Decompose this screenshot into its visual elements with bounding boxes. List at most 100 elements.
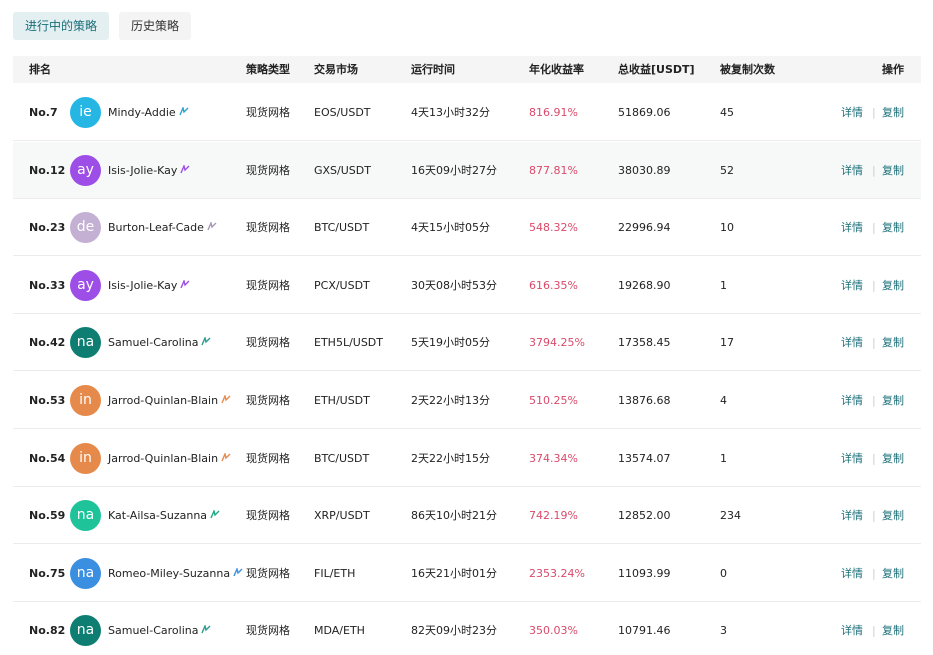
table-row: No.7 ie Mindy-Addie 现货网格 EOS/USDT 4天13小时32分 81… (13, 84, 921, 141)
avatar[interactable]: de (70, 212, 101, 244)
trader-name[interactable]: Jarrod-Quinlan-Blain (108, 372, 231, 429)
copy-count: 52 (720, 163, 734, 177)
col-market: 交易市场 (314, 63, 358, 76)
trader-name[interactable]: Isis-Jolie-Kay (108, 257, 190, 314)
action-separator: | (872, 451, 876, 465)
total-profit: 10791.46 (618, 624, 671, 638)
trader-name-text: Jarrod-Quinlan-Blain (108, 451, 219, 465)
runtime: 86天10小时21分 (411, 509, 497, 523)
avatar[interactable]: na (70, 557, 101, 589)
action-separator: | (872, 394, 876, 407)
rank: No.75 (29, 566, 66, 580)
copy-link[interactable]: 复制 (882, 257, 904, 314)
copy-link[interactable]: 复制 (882, 602, 904, 655)
strategy-type: 现货网格 (246, 566, 290, 580)
detail-link[interactable]: 详情 (841, 372, 863, 429)
trader-name[interactable]: Burton-Leaf-Cade (108, 199, 217, 256)
table-row: No.23 de Burton-Leaf-Cade 现货网格 BTC/USDT 4天15小… (13, 199, 921, 257)
detail-link[interactable]: 详情 (841, 314, 863, 371)
total-profit: 22996.94 (618, 221, 671, 235)
rank: No.54 (29, 451, 66, 465)
trader-name[interactable]: Romeo-Miley-Suzanna (108, 545, 243, 602)
detail-link[interactable]: 详情 (841, 545, 863, 602)
detail-link[interactable]: 详情 (841, 430, 863, 487)
table-row: No.33 ay Isis-Jolie-Kay 现货网格 PCX/USDT 30天08小时… (13, 257, 921, 314)
avatar[interactable]: na (70, 615, 101, 647)
table-header: 排名 策略类型 交易市场 运行时间 年化收益率 总收益[USDT] 被复制次数 … (13, 56, 921, 83)
total-profit: 17358.45 (618, 336, 671, 350)
apr: 2353.24% (529, 566, 585, 580)
market: ETH/USDT (314, 394, 370, 407)
detail-link[interactable]: 详情 (841, 142, 863, 199)
trader-name[interactable]: Mindy-Addie (108, 84, 189, 141)
action-separator: | (872, 566, 876, 580)
copy-link[interactable]: 复制 (882, 142, 904, 199)
rank: No.33 (29, 278, 66, 292)
avatar[interactable]: na (70, 500, 101, 532)
copy-link[interactable]: 复制 (882, 199, 904, 256)
trader-name[interactable]: Kat-Ailsa-Suzanna (108, 487, 220, 544)
rank: No.82 (29, 624, 66, 638)
strategy-table: 排名 策略类型 交易市场 运行时间 年化收益率 总收益[USDT] 被复制次数 … (13, 56, 921, 647)
trader-name-text: Romeo-Miley-Suzanna (108, 566, 231, 580)
tab-running[interactable]: 进行中的策略 (13, 12, 110, 40)
table-row: No.82 na Samuel-Carolina 现货网格 MDA/ETH 82天09小时… (13, 602, 921, 655)
copy-count: 10 (720, 221, 734, 235)
avatar[interactable]: ay (70, 154, 101, 186)
trader-name-text: Samuel-Carolina (108, 336, 199, 350)
copy-link[interactable]: 复制 (882, 314, 904, 371)
avatar[interactable]: ay (70, 269, 101, 301)
trader-name-text: Jarrod-Quinlan-Blain (108, 394, 219, 407)
action-separator: | (872, 221, 876, 235)
market: BTC/USDT (314, 221, 370, 235)
trader-name[interactable]: Jarrod-Quinlan-Blain (108, 430, 231, 487)
table-row: No.53 in Jarrod-Quinlan-Blain 现货网格 ETH/USDT 2… (13, 372, 921, 429)
rank: No.53 (29, 394, 66, 407)
avatar[interactable]: ie (70, 97, 101, 128)
rank: No.23 (29, 221, 66, 235)
trader-name[interactable]: Samuel-Carolina (108, 314, 211, 371)
copy-link[interactable]: 复制 (882, 84, 904, 141)
copy-count: 17 (720, 336, 734, 350)
copy-link[interactable]: 复制 (882, 545, 904, 602)
copy-link[interactable]: 复制 (882, 430, 904, 487)
action-separator: | (872, 106, 876, 119)
copy-link[interactable]: 复制 (882, 372, 904, 429)
detail-link[interactable]: 详情 (841, 84, 863, 141)
trader-level-icon (180, 163, 190, 177)
copy-count: 3 (720, 624, 727, 638)
detail-link[interactable]: 详情 (841, 602, 863, 655)
trader-level-icon (233, 566, 243, 580)
total-profit: 38030.89 (618, 163, 671, 177)
table-row: No.12 ay Isis-Jolie-Kay 现货网格 GXS/USDT 16天09小时… (13, 141, 921, 199)
strategy-type: 现货网格 (246, 221, 290, 235)
copy-count: 234 (720, 509, 741, 523)
apr: 350.03% (529, 624, 578, 638)
apr: 548.32% (529, 221, 578, 235)
action-separator: | (872, 336, 876, 350)
market: MDA/ETH (314, 624, 365, 638)
avatar[interactable]: in (70, 385, 101, 416)
trader-level-icon (221, 451, 231, 465)
runtime: 4天15小时05分 (411, 221, 490, 235)
copy-count: 45 (720, 106, 734, 119)
copy-link[interactable]: 复制 (882, 487, 904, 544)
trader-name-text: Mindy-Addie (108, 106, 176, 119)
action-separator: | (872, 624, 876, 638)
market: ETH5L/USDT (314, 336, 383, 350)
runtime: 2天22小时15分 (411, 451, 490, 465)
total-profit: 12852.00 (618, 509, 671, 523)
trader-name[interactable]: Isis-Jolie-Kay (108, 142, 190, 199)
rank: No.42 (29, 336, 66, 350)
trader-name-text: Kat-Ailsa-Suzanna (108, 509, 208, 523)
trader-name-text: Isis-Jolie-Kay (108, 278, 178, 292)
detail-link[interactable]: 详情 (841, 199, 863, 256)
tab-history[interactable]: 历史策略 (119, 12, 192, 40)
trader-level-icon (207, 221, 217, 234)
trader-name[interactable]: Samuel-Carolina (108, 602, 211, 655)
avatar[interactable]: in (70, 442, 101, 474)
detail-link[interactable]: 详情 (841, 487, 863, 544)
total-profit: 19268.90 (618, 278, 671, 292)
avatar[interactable]: na (70, 327, 101, 359)
detail-link[interactable]: 详情 (841, 257, 863, 314)
